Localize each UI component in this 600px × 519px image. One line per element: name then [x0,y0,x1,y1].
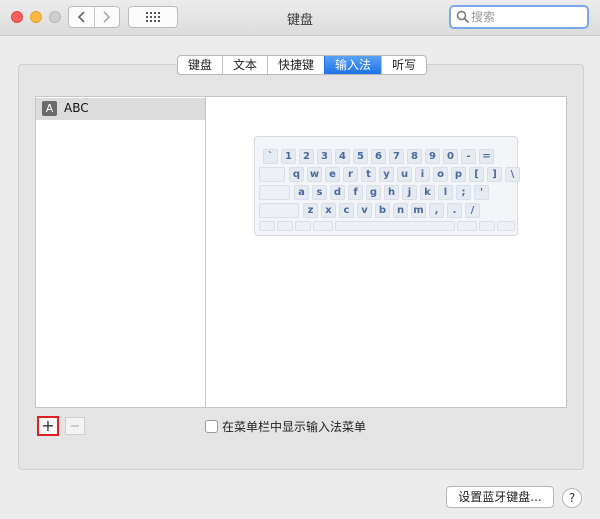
input-source-label: ABC [64,101,89,115]
keyboard-modifier-key [259,221,275,231]
keyboard-modifier-key [259,203,299,218]
keyboard-key: ] [487,167,502,182]
chevron-left-icon [77,11,85,23]
minimize-window-button[interactable] [30,11,42,23]
title-bar: 键盘 [0,0,600,36]
keyboard-key: \ [505,167,520,182]
keyboard-key: . [447,203,462,218]
keyboard-key: f [348,185,363,200]
tab-text[interactable]: 文本 [222,56,267,74]
keyboard-row: a s d f g h j k l; ' [259,185,515,200]
keyboard-key: 4 [335,149,350,164]
keyboard-modifier-key [295,221,311,231]
keyboard-key: 9 [425,149,440,164]
keyboard-key: 6 [371,149,386,164]
list-item-abc[interactable]: A ABC [36,98,205,120]
keyboard-key: ; [456,185,471,200]
keyboard-key: s [312,185,327,200]
keyboard-key: a [294,185,309,200]
show-input-menu-checkbox[interactable] [205,420,218,433]
keyboard-row: q w e r t y u i o p[] \ [259,167,520,182]
keyboard-key: ' [474,185,489,200]
keyboard-key: z [303,203,318,218]
search-icon [456,10,470,24]
keyboard-modifier-key [497,221,515,231]
keyboard-key: - [461,149,476,164]
window-title: 键盘 [286,13,313,28]
forward-button[interactable] [93,7,120,27]
keyboard-row: ` 1 2 3 4 5 6 7 8 9 0- = [259,149,515,164]
keyboard-modifier-key [259,167,285,182]
keyboard-key: 8 [407,149,422,164]
show-all-button[interactable] [128,6,178,28]
keyboard-key: g [366,185,381,200]
show-input-menu-label: 在菜单栏中显示输入法菜单 [222,420,367,434]
keyboard-key: [ [469,167,484,182]
close-window-button[interactable] [11,11,23,23]
keyboard-key: ` [263,149,278,164]
keyboard-key: 0 [443,149,458,164]
keyboard-key: r [343,167,358,182]
remove-input-source-button[interactable]: − [65,417,85,435]
keyboard-key: , [429,203,444,218]
keyboard-row [259,221,515,236]
keyboard-key: c [339,203,354,218]
keyboard-row: z x c v b n m,. / [259,203,515,218]
keyboard-key: w [307,167,322,182]
keyboard-key: h [384,185,399,200]
plus-icon: + [41,416,55,435]
keyboard-key: x [321,203,336,218]
tab-input-sources[interactable]: 输入法 [324,56,382,74]
keyboard-layout-preview: ` 1 2 3 4 5 6 7 8 9 0- = q w e r t y u i o p[] \ a s d f g h j k l; ' z x c… [254,136,520,236]
keyboard-key: = [479,149,494,164]
keyboard-key: q [289,167,304,182]
keyboard-key: b [375,203,390,218]
minus-icon: − [69,418,81,434]
setup-bluetooth-keyboard-button[interactable]: 设置蓝牙键盘... [446,486,554,508]
keyboard-modifier-key [457,221,477,231]
grid-icon [146,12,160,22]
keyboard-key: 5 [353,149,368,164]
add-input-source-button[interactable]: + [37,416,59,436]
tab-shortcuts[interactable]: 快捷键 [267,56,324,74]
keyboard-key: e [325,167,340,182]
keyboard-key: p [451,167,466,182]
keyboard-modifier-key [313,221,333,231]
keyboard-key: l [438,185,453,200]
keyboard-modifier-key [479,221,495,231]
keyboard-key: u [397,167,412,182]
keyboard-modifier-key [277,221,293,231]
keyboard-key: / [465,203,480,218]
help-button[interactable]: ? [562,488,582,508]
keyboard-key: o [433,167,448,182]
input-source-list[interactable]: A ABC [35,96,205,408]
tab-dictation[interactable]: 听写 [381,56,426,74]
keyboard-key: 7 [389,149,404,164]
search-input[interactable] [471,9,581,25]
nav-button-group [68,6,120,28]
zoom-window-button[interactable] [49,11,61,23]
keyboard-key: 1 [281,149,296,164]
back-button[interactable] [69,7,94,27]
input-source-icon: A [42,101,57,116]
keyboard-key: 2 [299,149,314,164]
tab-keyboard[interactable]: 键盘 [178,56,222,74]
keyboard-key: y [379,167,394,182]
keyboard-key: t [361,167,376,182]
keyboard-key: j [402,185,417,200]
keyboard-modifier-key [335,221,455,231]
keyboard-key: m [411,203,426,218]
keyboard-key: n [393,203,408,218]
search-field[interactable] [449,5,589,29]
keyboard-key: d [330,185,345,200]
tab-bar: 键盘 文本 快捷键 输入法 听写 [177,55,428,75]
keyboard-key: 3 [317,149,332,164]
chevron-right-icon [103,11,111,23]
keyboard-key: k [420,185,435,200]
keyboard-modifier-key [259,185,290,200]
keyboard-key: i [415,167,430,182]
keyboard-key: v [357,203,372,218]
